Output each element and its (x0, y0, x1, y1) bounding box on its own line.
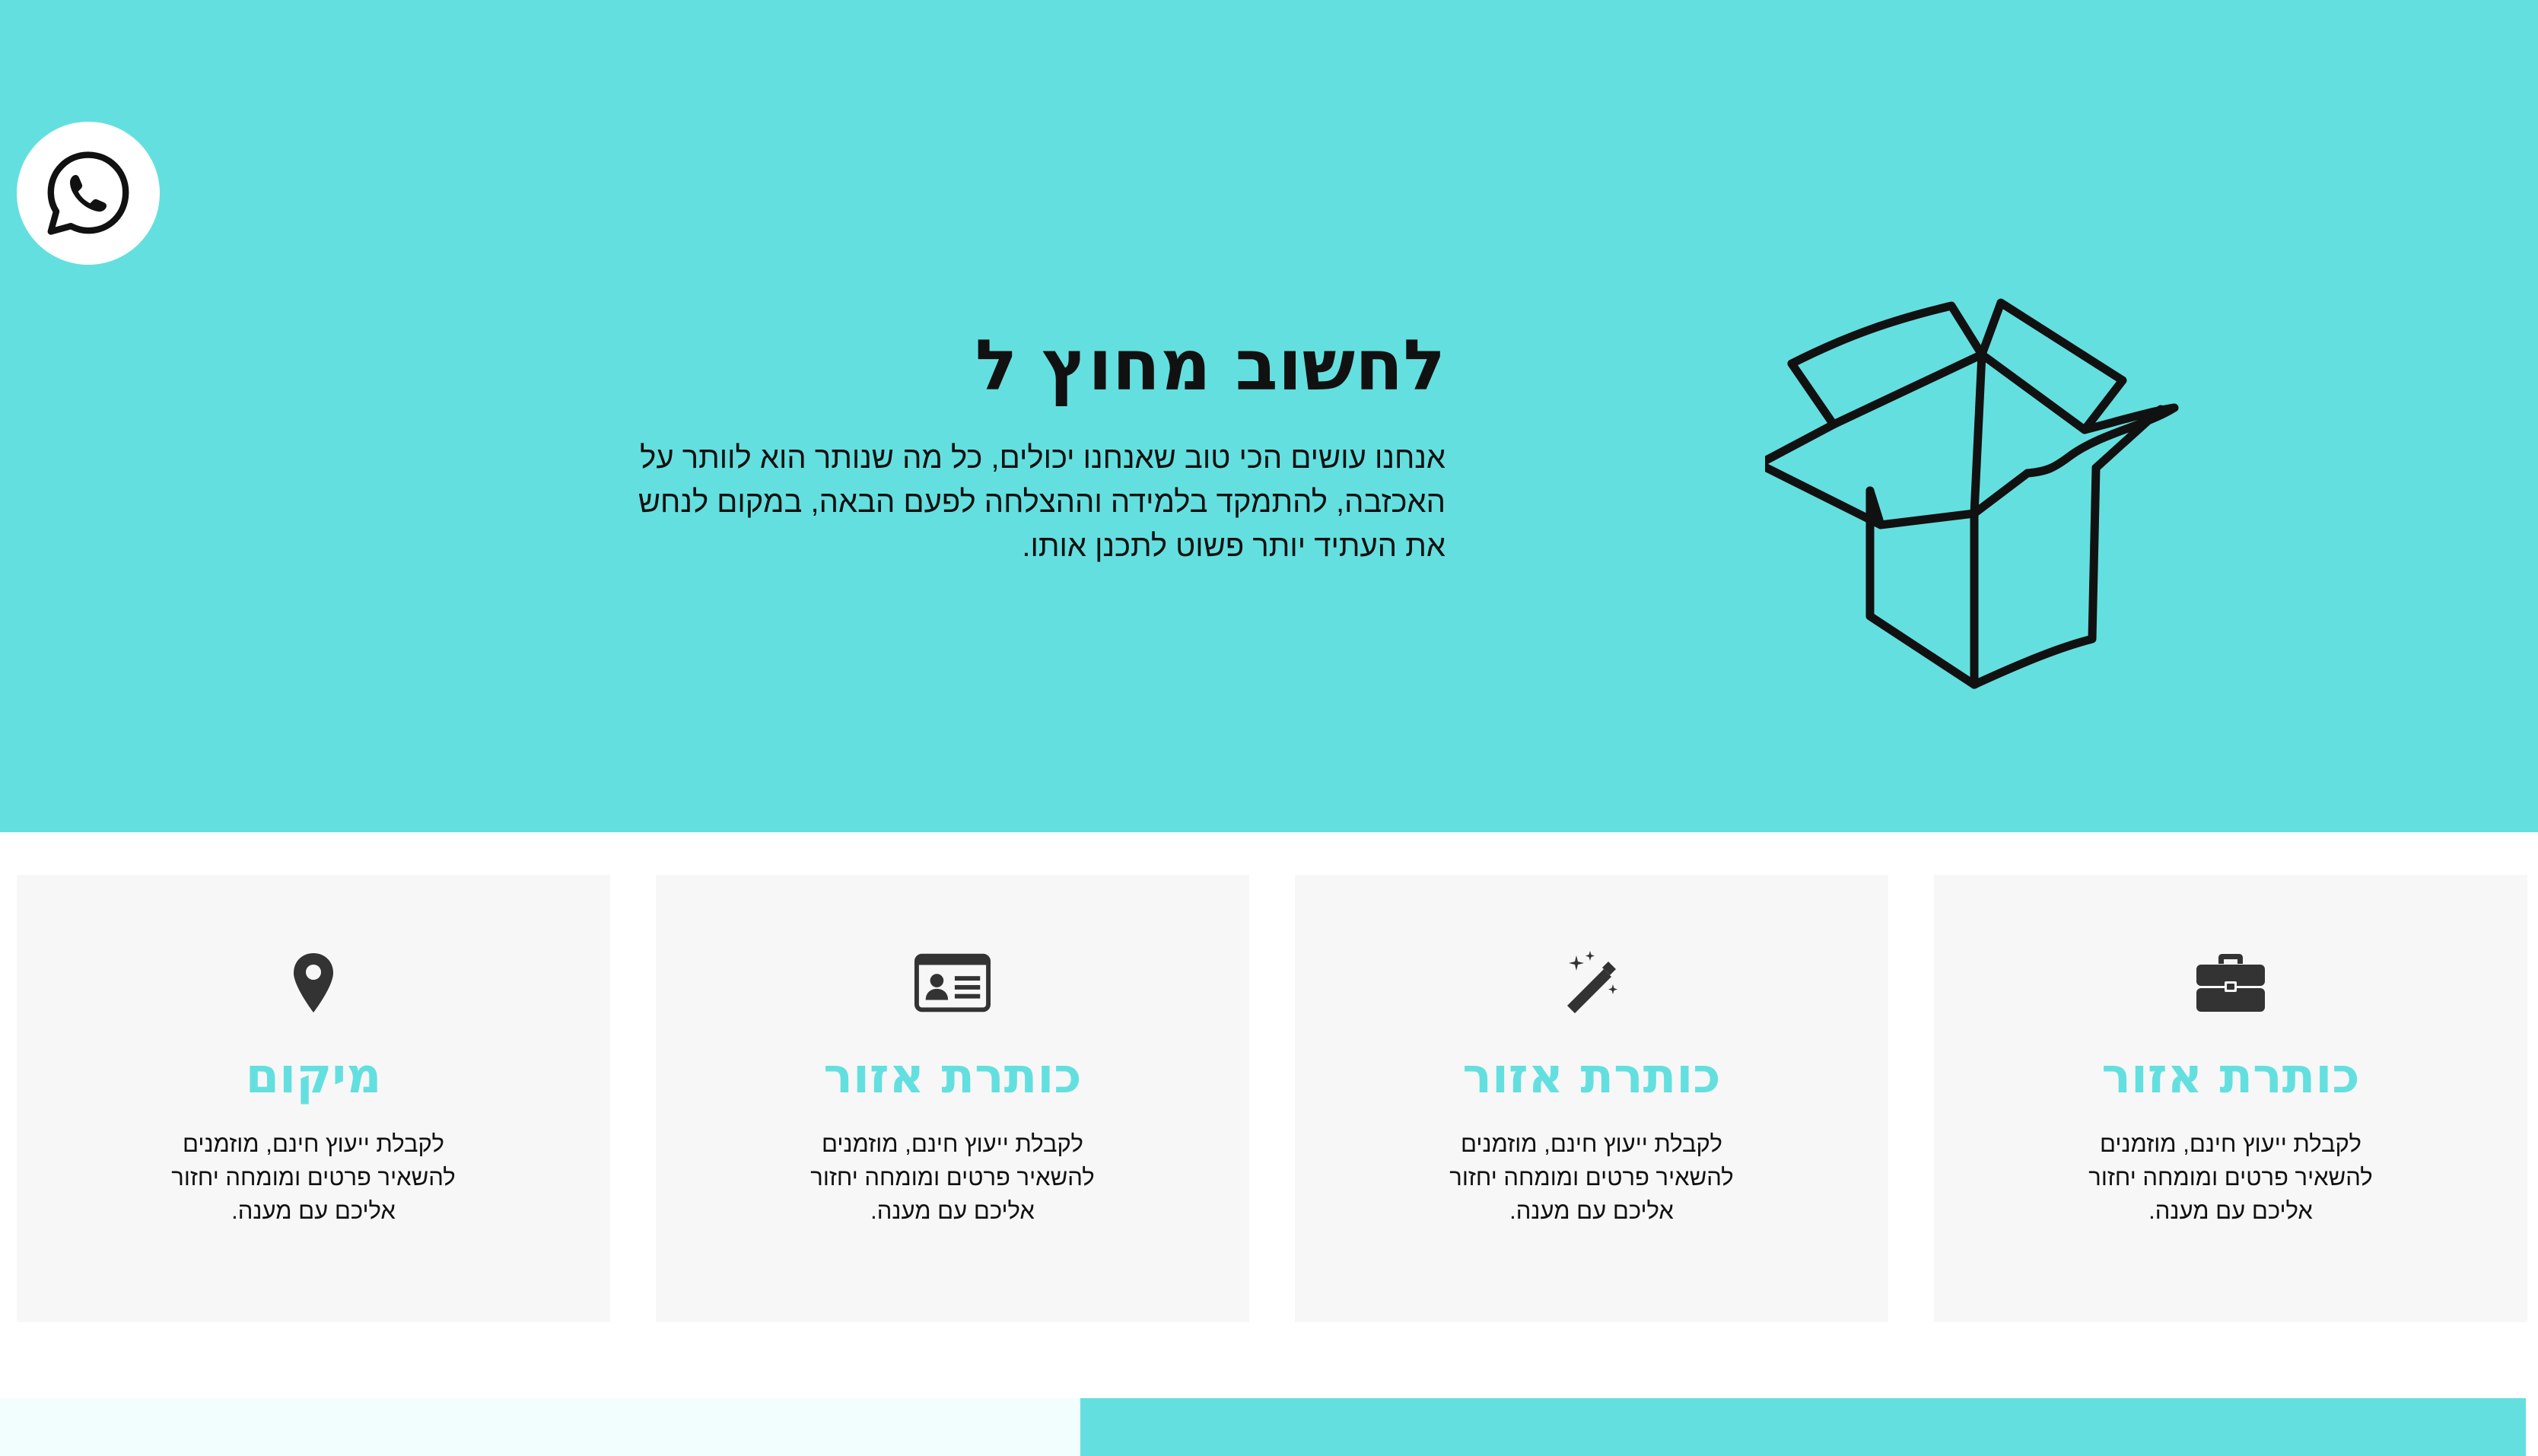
card-title: כותרת אזור (1462, 1048, 1721, 1105)
card-text: לקבלת ייעוץ חינם, מוזמנים להשאיר פרטים ו… (2088, 1130, 2373, 1224)
card-title: כותרת אזור (2101, 1048, 2360, 1105)
feature-card-2: כותרת אזור לקבלת ייעוץ חינם, מוזמנים להש… (656, 875, 1249, 1322)
magic-wand-icon (1554, 945, 1630, 1021)
feature-card-3: כותרת אזור לקבלת ייעוץ חינם, מוזמנים להש… (1295, 875, 1888, 1322)
hero-title: לחשוב מחוץ ל (975, 325, 1446, 406)
feature-card-location: מיקום לקבלת ייעוץ חינם, מוזמנים להשאיר פ… (17, 875, 610, 1322)
briefcase-icon (2193, 945, 2269, 1021)
feature-card-4: כותרת אזור לקבלת ייעוץ חינם, מוזמנים להש… (1934, 875, 2527, 1322)
hero-description: אנחנו עושים הכי טוב שאנחנו יכולים, כל מה… (638, 441, 1446, 564)
bottom-section-right (1080, 1398, 2526, 1456)
hero-section: לחשוב מחוץ ל אנחנו עושים הכי טוב שאנחנו … (0, 0, 2538, 832)
card-title: כותרת אזור (823, 1048, 1082, 1105)
id-card-icon (914, 945, 991, 1021)
whatsapp-button[interactable] (17, 122, 160, 265)
hero-text-block: לחשוב מחוץ ל אנחנו עושים הכי טוב שאנחנו … (593, 327, 1446, 568)
card-text: לקבלת ייעוץ חינם, מוזמנים להשאיר פרטים ו… (1449, 1130, 1734, 1224)
open-box-illustration (1765, 298, 2179, 689)
card-text: לקבלת ייעוץ חינם, מוזמנים להשאיר פרטים ו… (171, 1130, 456, 1224)
bottom-section-left (0, 1398, 1080, 1456)
location-pin-icon (275, 945, 351, 1021)
card-title: מיקום (245, 1048, 382, 1105)
card-text: לקבלת ייעוץ חינם, מוזמנים להשאיר פרטים ו… (810, 1130, 1095, 1224)
whatsapp-icon (47, 151, 129, 235)
